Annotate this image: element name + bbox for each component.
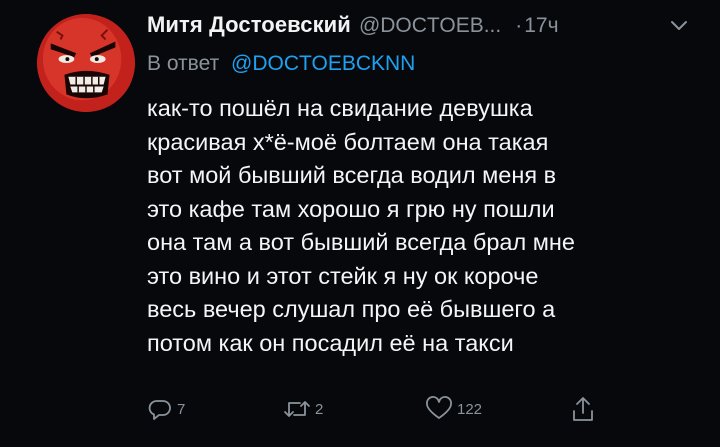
reply-context: В ответ @DOCTOEBCKNN [147,52,415,76]
tweet-text: как-то пошёл на свидание девушка красива… [147,95,575,356]
like-count: 122 [457,400,483,418]
separator-dot: · [515,14,523,37]
avatar[interactable] [37,14,135,112]
rage-face-avatar-icon [37,14,135,112]
retweet-icon [284,401,310,417]
author-name[interactable]: Митя Достоевский [147,12,351,38]
tweet-actions: 7 2 122 [147,394,607,424]
reply-icon [148,400,171,420]
retweet-count: 2 [315,400,324,418]
like-icon [426,396,452,419]
tweet-time[interactable]: 17ч [524,14,558,38]
reply-button[interactable]: 7 [147,394,185,424]
like-button[interactable]: 122 [425,394,482,424]
author-handle[interactable]: @DOCTOEB... [359,14,501,38]
reply-target-link[interactable]: @DOCTOEBCKNN [231,52,415,75]
chevron-down-icon[interactable] [670,20,688,32]
tweet: Митя Достоевский @DOCTOEB... · 17ч В отв… [0,0,720,447]
tweet-header: Митя Достоевский @DOCTOEB... · 17ч [147,12,559,40]
share-icon [573,397,593,421]
reply-prefix: В ответ [147,52,220,75]
reply-count: 7 [177,400,186,418]
share-button[interactable] [571,394,595,424]
retweet-button[interactable]: 2 [283,394,323,424]
